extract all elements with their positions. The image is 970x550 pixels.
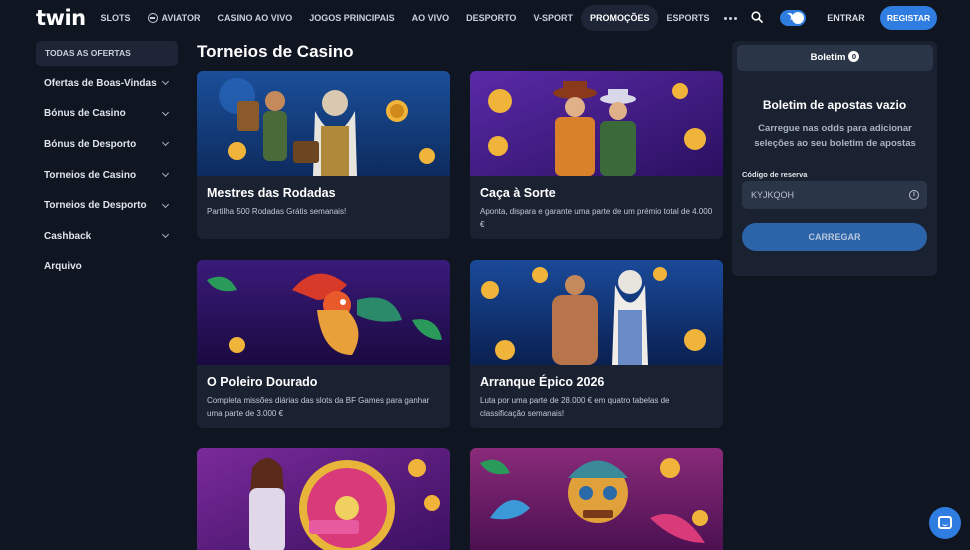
booking-code-input[interactable]: KYJKQOH i [742,181,927,209]
promo-card[interactable]: Arranque Épico 2026 Luta por uma parte d… [470,260,723,428]
nav-label: AO VIVO [411,13,450,23]
promo-sidebar: TODAS AS OFERTAS Ofertas de Boas-Vindas … [36,41,178,282]
sidebar-item-cashback[interactable]: Cashback [36,221,178,252]
nav-slots[interactable]: SLOTS [92,5,139,31]
nav-label: AVIATOR [161,13,201,23]
theme-toggle[interactable] [780,10,806,26]
toggle-knob [792,12,804,24]
betslip-tab[interactable]: Boletim 0 [737,45,933,71]
chat-icon [938,516,952,529]
main-nav: SLOTS AVIATOR CASINO AO VIVO JOGOS PRINC… [92,5,743,31]
nav-esports[interactable]: ESPORTS [658,5,718,31]
nav-aviator[interactable]: AVIATOR [139,5,209,31]
promo-card[interactable]: O Poleiro Dourado Completa missões diári… [197,260,450,428]
promo-banner-image [470,260,723,365]
nav-sport[interactable]: DESPORTO [458,5,525,31]
nav-label: PROMOÇÕES [589,13,650,23]
chat-support-button[interactable] [929,507,961,539]
promo-card-description: Aponta, dispara e garante uma parte de u… [480,207,713,229]
promo-banner-image [470,448,723,550]
promo-card-title: Caça à Sorte [480,186,556,200]
promo-banner-image [197,448,450,550]
chevron-down-icon [161,231,170,239]
moon-icon [784,14,791,21]
sidebar-item-sport-tournaments[interactable]: Torneios de Desporto [36,190,178,221]
load-button[interactable]: CARREGAR [742,223,927,251]
promo-banner-image [197,260,450,365]
login-button[interactable]: ENTRAR [822,6,870,30]
page-title: Torneios de Casino [197,42,354,61]
sidebar-item-label: Torneios de Desporto [44,200,147,212]
nav-promotions[interactable]: PROMOÇÕES [581,5,658,31]
nav-label: V-SPORT [533,13,573,23]
nav-label: ESPORTS [666,13,710,23]
promo-card[interactable]: Caça à Sorte Aponta, dispara e garante u… [470,71,723,239]
betslip-panel: Boletim 0 Boletim de apostas vazio Carreg… [732,41,937,276]
nav-label: DESPORTO [466,13,517,23]
promo-card-description: Luta por uma parte de 28.000 € em quatro… [480,396,670,418]
sidebar-item-welcome[interactable]: Ofertas de Boas-Vindas [36,68,178,99]
sidebar-item-label: Bónus de Casino [44,108,126,120]
chevron-down-icon [161,78,170,86]
booking-code-label: Código de reserva [742,170,808,179]
promo-banner-image [470,71,723,176]
promo-card[interactable]: Mestres das Rodadas Partilha 500 Rodadas… [197,71,450,239]
more-icon[interactable] [718,5,743,31]
promo-card-title: Arranque Épico 2026 [480,375,605,389]
sidebar-item-label: Arquivo [44,261,82,273]
promo-card[interactable] [470,448,723,550]
sidebar-item-label: Bónus de Desporto [44,138,137,150]
info-icon[interactable]: i [909,190,919,200]
betslip-count-badge: 0 [848,50,860,62]
logo[interactable]: twin [36,8,86,29]
promo-card-description: Completa missões diárias das slots da BF… [207,396,430,418]
chevron-down-icon [161,108,170,116]
nav-label: CASINO AO VIVO [217,13,293,23]
betslip-tab-label: Boletim [810,52,846,63]
promo-card-description: Partilha 500 Rodadas Grátis semanais! [207,207,347,216]
promo-card-title: O Poleiro Dourado [207,375,318,389]
nav-live-casino[interactable]: CASINO AO VIVO [209,5,301,31]
sidebar-item-archive[interactable]: Arquivo [36,252,178,283]
chevron-down-icon [161,139,170,147]
betslip-empty-title: Boletim de apostas vazio [762,98,907,112]
promo-card-title: Mestres das Rodadas [207,186,336,200]
promo-card[interactable] [197,448,450,550]
nav-top-games[interactable]: JOGOS PRINCIPAIS [301,5,403,31]
sidebar-item-casino-bonus[interactable]: Bónus de Casino [36,99,178,130]
sidebar-item-label: Ofertas de Boas-Vindas [44,77,157,89]
betslip-hint: Carregue nas odds para adicionar seleçõe… [754,123,916,149]
nav-vsport[interactable]: V-SPORT [525,5,582,31]
chevron-down-icon [161,170,170,178]
promo-banner-image [197,71,450,176]
top-header: twin SLOTS AVIATOR CASINO AO VIVO JOGOS … [0,0,970,36]
booking-code-value: KYJKQOH [751,190,795,200]
nav-label: JOGOS PRINCIPAIS [309,13,395,23]
nav-live[interactable]: AO VIVO [403,5,458,31]
aviator-icon [147,13,158,23]
sidebar-all-offers[interactable]: TODAS AS OFERTAS [36,41,178,66]
chevron-down-icon [161,200,170,208]
sidebar-item-label: Cashback [44,230,92,242]
sidebar-item-casino-tournaments[interactable]: Torneios de Casino [36,160,178,191]
sidebar-item-label: Torneios de Casino [44,169,137,181]
nav-label: SLOTS [100,13,131,23]
register-button[interactable]: REGISTAR [880,6,937,30]
sidebar-item-sport-bonus[interactable]: Bónus de Desporto [36,129,178,160]
search-icon[interactable] [751,11,763,23]
